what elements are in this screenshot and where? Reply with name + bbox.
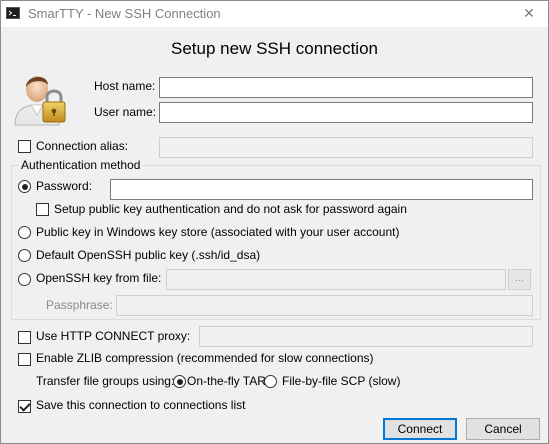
passphrase-input[interactable] — [117, 296, 532, 315]
setup-public-key-label: Setup public key authentication and do n… — [54, 202, 407, 216]
connection-alias-input[interactable] — [160, 138, 532, 157]
passphrase-field[interactable] — [116, 295, 533, 316]
openssh-key-file-radio[interactable] — [18, 273, 31, 286]
host-name-field[interactable] — [159, 77, 533, 98]
http-proxy-input[interactable] — [200, 327, 532, 346]
openssh-key-file-field[interactable] — [166, 269, 506, 290]
http-proxy-label: Use HTTP CONNECT proxy: — [36, 329, 191, 343]
user-name-label: User name: — [94, 105, 157, 119]
default-openssh-key-label: Default OpenSSH public key (.ssh/id_dsa) — [36, 248, 261, 262]
tar-transfer-radio[interactable] — [173, 375, 186, 388]
host-name-label: Host name: — [94, 79, 156, 93]
openssh-key-file-input[interactable] — [167, 270, 505, 289]
authentication-method-label: Authentication method — [19, 158, 143, 172]
close-icon[interactable]: ✕ — [520, 4, 538, 22]
default-openssh-key-radio[interactable] — [18, 249, 31, 262]
zlib-compression-checkbox[interactable] — [18, 353, 31, 366]
connection-alias-label: Connection alias: — [36, 139, 129, 153]
connection-alias-field[interactable] — [159, 137, 533, 158]
terminal-icon — [6, 7, 20, 19]
browse-key-file-button[interactable]: ... — [508, 269, 531, 290]
user-lock-icon — [14, 76, 66, 126]
cancel-button[interactable]: Cancel — [466, 418, 540, 440]
save-connection-label: Save this connection to connections list — [36, 398, 246, 412]
scp-transfer-label: File-by-file SCP (slow) — [282, 374, 401, 388]
title-bar[interactable]: SmarTTY - New SSH Connection ✕ — [1, 1, 548, 27]
scp-transfer-radio[interactable] — [264, 375, 277, 388]
password-input[interactable] — [111, 180, 532, 199]
openssh-key-file-label: OpenSSH key from file: — [36, 271, 162, 285]
windows-key-store-radio[interactable] — [18, 226, 31, 239]
zlib-compression-label: Enable ZLIB compression (recommended for… — [36, 351, 374, 365]
dialog-window: SmarTTY - New SSH Connection ✕ Setup new… — [0, 0, 549, 444]
window-title: SmarTTY - New SSH Connection — [28, 6, 221, 21]
http-proxy-checkbox[interactable] — [18, 331, 31, 344]
windows-key-store-label: Public key in Windows key store (associa… — [36, 225, 400, 239]
user-name-input[interactable] — [160, 103, 532, 122]
transfer-method-label: Transfer file groups using: — [36, 374, 175, 388]
host-name-input[interactable] — [160, 78, 532, 97]
http-proxy-field[interactable] — [199, 326, 533, 347]
password-radio[interactable] — [18, 180, 31, 193]
save-connection-checkbox[interactable] — [18, 400, 31, 413]
password-field[interactable] — [110, 179, 533, 200]
passphrase-label: Passphrase: — [46, 298, 113, 312]
setup-public-key-checkbox[interactable] — [36, 203, 49, 216]
page-title: Setup new SSH connection — [171, 39, 378, 58]
connect-button[interactable]: Connect — [383, 418, 457, 440]
tar-transfer-label: On-the-fly TAR — [187, 374, 266, 388]
user-name-field[interactable] — [159, 102, 533, 123]
connection-alias-checkbox[interactable] — [18, 140, 31, 153]
password-label: Password: — [36, 179, 93, 193]
